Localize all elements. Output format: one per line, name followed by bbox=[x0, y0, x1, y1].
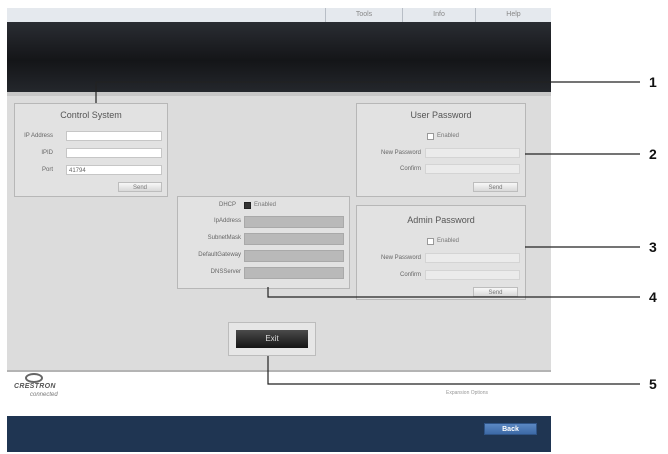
callout-5: 5 bbox=[649, 376, 657, 392]
callout-line-4 bbox=[267, 287, 640, 298]
callout-3: 3 bbox=[649, 239, 657, 255]
callout-2: 2 bbox=[649, 146, 657, 162]
callout-1: 1 bbox=[649, 74, 657, 90]
callout-line-1 bbox=[95, 81, 640, 103]
callout-lines bbox=[95, 81, 640, 385]
callout-4: 4 bbox=[649, 289, 657, 305]
callout-line-5 bbox=[267, 356, 640, 385]
